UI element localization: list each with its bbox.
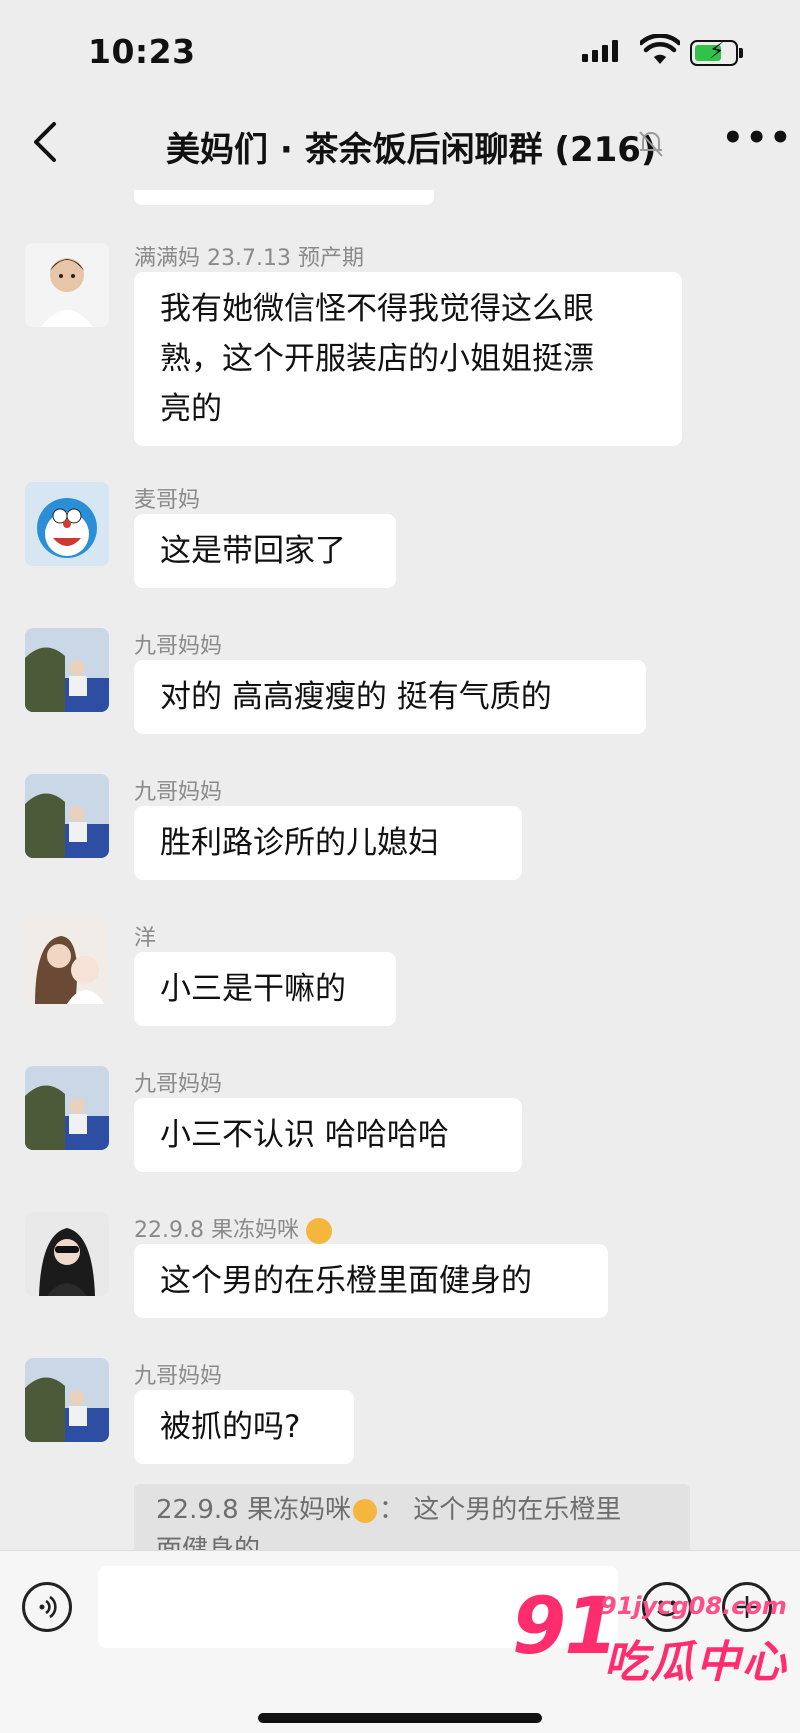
- avatar[interactable]: [25, 628, 109, 712]
- avatar[interactable]: [25, 1066, 109, 1150]
- avatar[interactable]: [25, 482, 109, 566]
- sender-name: 九哥妈妈: [134, 634, 223, 659]
- message-line: 我有她微信怪不得我觉得这么眼: [160, 291, 594, 327]
- battery-cap: [739, 48, 743, 58]
- battery-icon: ⚡: [690, 39, 738, 66]
- sender-name-text: 22.9.8 果冻妈咪: [134, 1218, 299, 1243]
- sender-name: 九哥妈妈: [134, 1072, 223, 1097]
- partial-bubble: [134, 190, 434, 205]
- message-line: 小三是干嘛的: [160, 971, 346, 1007]
- avatar[interactable]: [25, 1212, 109, 1296]
- message-bubble[interactable]: 这个男的在乐橙里面健身的: [134, 1244, 608, 1318]
- sender-name: 九哥妈妈: [134, 1364, 223, 1389]
- sender-name: 九哥妈妈: [134, 780, 223, 805]
- cellular-signal-icon: [582, 40, 618, 62]
- quote-text: ： 这个男的在乐橙里: [378, 1495, 622, 1525]
- message-bubble[interactable]: 被抓的吗?: [134, 1390, 354, 1464]
- more-icon[interactable]: •••: [722, 118, 793, 158]
- quote-line-1: 22.9.8 果冻妈咪 ： 这个男的在乐橙里: [156, 1490, 668, 1530]
- chevron-left-icon[interactable]: [30, 120, 60, 164]
- voice-icon[interactable]: [22, 1582, 72, 1632]
- watermark-site: 91jycg08.com: [600, 1592, 787, 1620]
- message-line: 胜利路诊所的儿媳妇: [160, 825, 439, 861]
- sender-name: 22.9.8 果冻妈咪: [134, 1212, 332, 1244]
- message-line: 对的 高高瘦瘦的 挺有气质的: [160, 679, 552, 715]
- chat-header: 美妈们 · 茶余饭后闲聊群 (216) •••: [0, 100, 800, 190]
- avatar[interactable]: [25, 774, 109, 858]
- chat-message-list[interactable]: 满满妈 23.7.13 预产期 我有她微信怪不得我觉得这么眼 熟，这个开服装店的…: [0, 190, 800, 1550]
- sender-name: 洋: [134, 926, 157, 951]
- watermark-name: 吃瓜中心: [604, 1637, 788, 1688]
- sender-name: 满满妈 23.7.13 预产期: [134, 246, 364, 271]
- message-bubble[interactable]: 这是带回家了: [134, 514, 396, 588]
- message-bubble[interactable]: 小三不认识 哈哈哈哈: [134, 1098, 522, 1172]
- status-bar: 10:23 ⚡: [0, 0, 800, 100]
- message-bubble[interactable]: 我有她微信怪不得我觉得这么眼 熟，这个开服装店的小姐姐挺漂 亮的: [134, 272, 682, 446]
- home-indicator: [258, 1713, 542, 1723]
- avatar[interactable]: [25, 920, 109, 1004]
- emoji-badge-icon: [305, 1218, 332, 1244]
- status-time: 10:23: [88, 32, 196, 71]
- avatar[interactable]: [25, 243, 109, 327]
- message-line: 被抓的吗?: [160, 1409, 301, 1445]
- emoji-badge-icon: [352, 1498, 377, 1523]
- message-line: 熟，这个开服装店的小姐姐挺漂: [160, 341, 594, 377]
- message-line: 小三不认识 哈哈哈哈: [160, 1117, 449, 1153]
- sender-name: 麦哥妈: [134, 488, 201, 513]
- bell-muted-icon: [639, 131, 663, 157]
- message-line: 这是带回家了: [160, 533, 346, 569]
- quote-sender: 22.9.8 果冻妈咪: [156, 1495, 351, 1525]
- message-bubble[interactable]: 小三是干嘛的: [134, 952, 396, 1026]
- chat-title: 美妈们 · 茶余饭后闲聊群 (216): [166, 130, 657, 170]
- message-line: 这个男的在乐橙里面健身的: [160, 1263, 532, 1299]
- quoted-message[interactable]: 22.9.8 果冻妈咪 ： 这个男的在乐橙里 面健身的: [134, 1484, 690, 1550]
- wifi-icon: [640, 34, 680, 64]
- message-bubble[interactable]: 对的 高高瘦瘦的 挺有气质的: [134, 660, 646, 734]
- message-bubble[interactable]: 胜利路诊所的儿媳妇: [134, 806, 522, 880]
- quote-line-2: 面健身的: [156, 1535, 261, 1550]
- message-line: 亮的: [160, 391, 222, 427]
- avatar[interactable]: [25, 1358, 109, 1442]
